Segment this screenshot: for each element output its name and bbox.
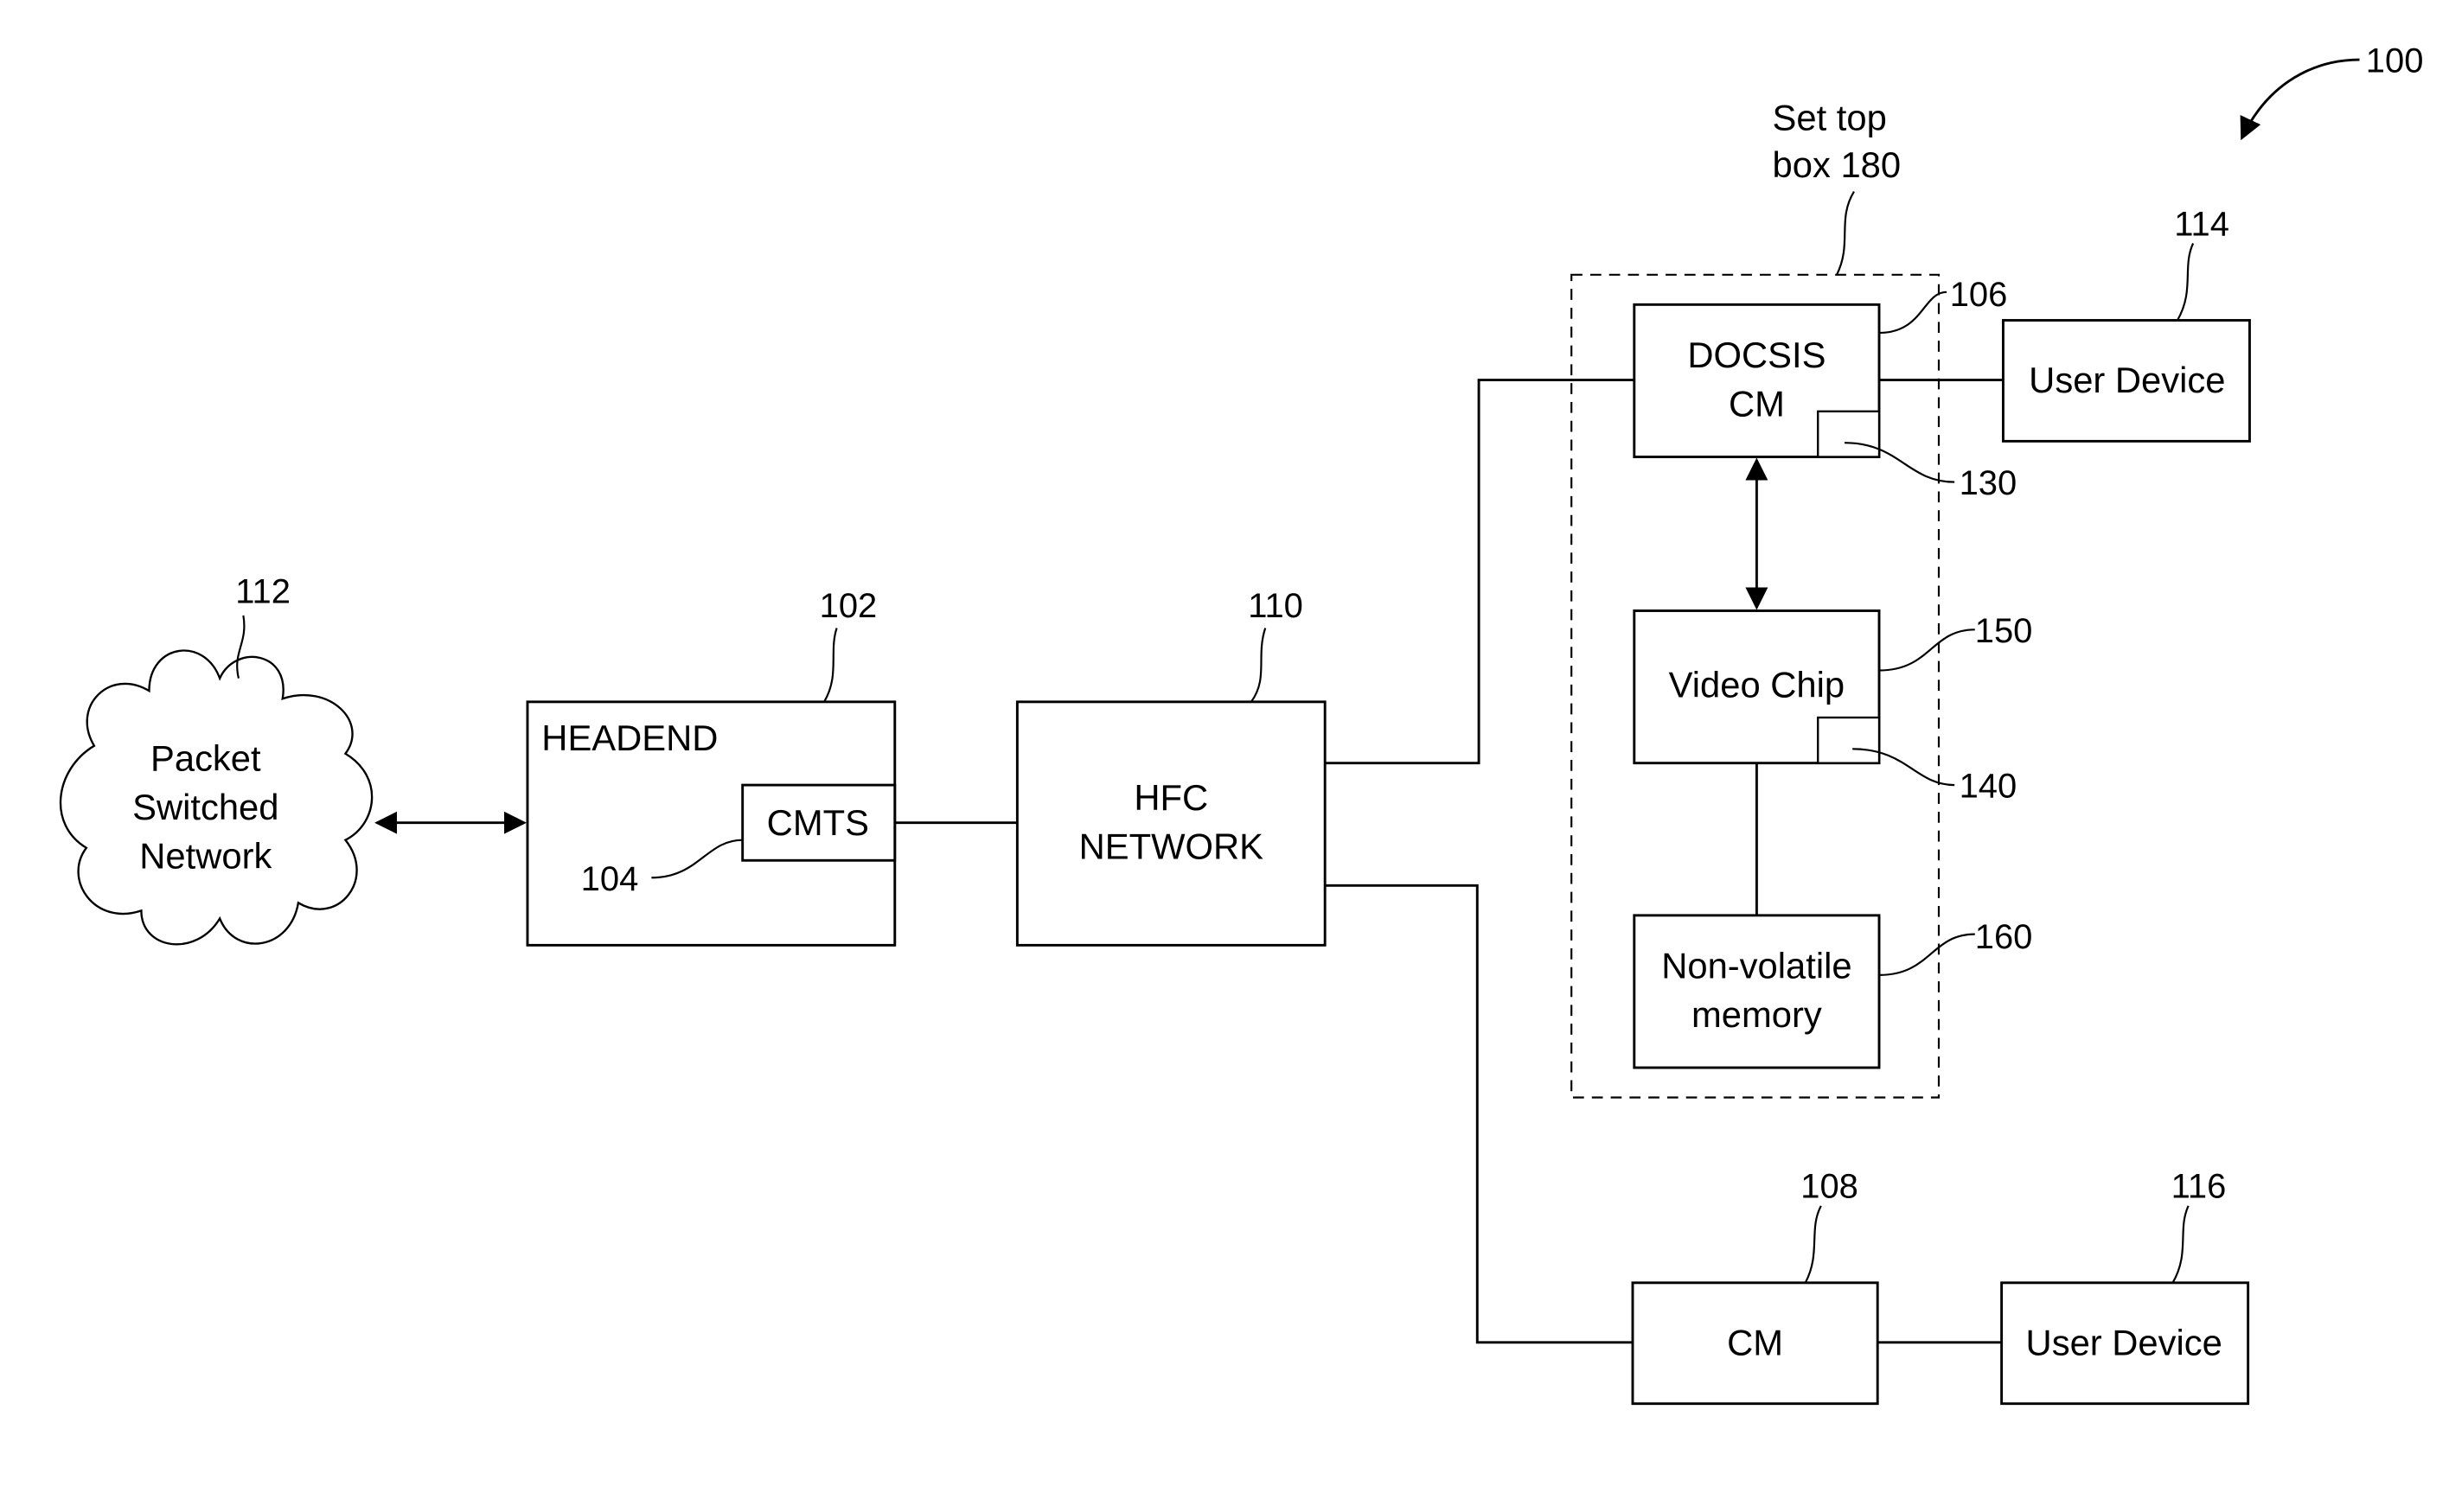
video-chip-subcomponent[interactable]: 140	[1817, 716, 2017, 806]
docsis-sub-box	[1817, 410, 1881, 458]
video-chip-ref: 150	[1975, 612, 2033, 650]
cm-leader	[1804, 1205, 1822, 1284]
cm-ref: 108	[1800, 1168, 1858, 1206]
figure-reference: 100	[2240, 42, 2424, 141]
figure-reference-arrow	[2240, 58, 2360, 141]
figure-reference-label: 100	[2366, 42, 2424, 80]
user-device-1[interactable]: User Device 114	[2001, 205, 2251, 443]
hfc-box	[1015, 700, 1327, 947]
video-chip-leader	[1879, 628, 1975, 672]
wire-hfc-cm	[1325, 884, 1633, 1344]
hfc-line-2: NETWORK	[1079, 826, 1263, 866]
user-device-1-label: User Device	[2029, 360, 2225, 400]
user-device-2-leader	[2171, 1205, 2190, 1284]
packet-switched-network[interactable]: Packet Switched Network 112	[59, 572, 374, 946]
nvm-line-2: memory	[1691, 994, 1822, 1035]
docsis-cm-line-1: DOCSIS	[1687, 335, 1826, 375]
docsis-cm-leader	[1879, 290, 1947, 335]
hfc-leader	[1250, 628, 1267, 703]
packet-network-ref: 112	[235, 572, 291, 610]
video-sub-ref: 140	[1960, 768, 2017, 806]
video-sub-box	[1817, 716, 1881, 764]
cable-modem[interactable]: CM 108	[1631, 1168, 1879, 1406]
user-device-2-ref: 116	[2171, 1168, 2227, 1206]
packet-network-line-3: Network	[139, 835, 272, 876]
video-chip-label: Video Chip	[1669, 664, 1845, 705]
docsis-sub-ref: 130	[1960, 464, 2017, 502]
packet-network-line-1: Packet	[150, 738, 261, 779]
user-device-2[interactable]: User Device 116	[2000, 1168, 2250, 1406]
cmts-ref: 104	[581, 860, 639, 898]
user-device-1-leader	[2176, 243, 2195, 322]
set-top-box-line-1: Set top	[1773, 98, 1887, 138]
docsis-cm-subcomponent[interactable]: 130	[1817, 410, 2017, 502]
set-top-box-line-2: box 180	[1773, 144, 1902, 185]
hfc-ref: 110	[1248, 587, 1303, 625]
headend-label: HEADEND	[541, 718, 718, 758]
network-block-diagram: 100 Packet Switched Network 112 HEADEND …	[59, 42, 2424, 1406]
docsis-cm-line-2: CM	[1729, 383, 1785, 424]
nvm-ref: 160	[1975, 918, 2033, 956]
docsis-cm-ref: 106	[1950, 276, 2008, 314]
headend-ref: 102	[820, 587, 878, 625]
headend-leader	[823, 628, 838, 703]
hfc-network[interactable]: HFC NETWORK 110	[1015, 587, 1327, 947]
packet-network-line-2: Switched	[132, 787, 278, 827]
nvm-line-1: Non-volatile	[1661, 945, 1851, 986]
cmts-label: CMTS	[767, 802, 869, 843]
non-volatile-memory[interactable]: Non-volatile memory 160	[1633, 914, 2033, 1069]
wire-hfc-docsis	[1325, 379, 1634, 765]
hfc-line-1: HFC	[1134, 777, 1208, 818]
user-device-1-ref: 114	[2174, 205, 2229, 243]
user-device-2-label: User Device	[2026, 1322, 2222, 1362]
nvm-box	[1633, 914, 1881, 1069]
set-top-box-leader	[1836, 191, 1855, 276]
nvm-leader	[1879, 933, 1975, 976]
cm-label: CM	[1727, 1322, 1783, 1362]
